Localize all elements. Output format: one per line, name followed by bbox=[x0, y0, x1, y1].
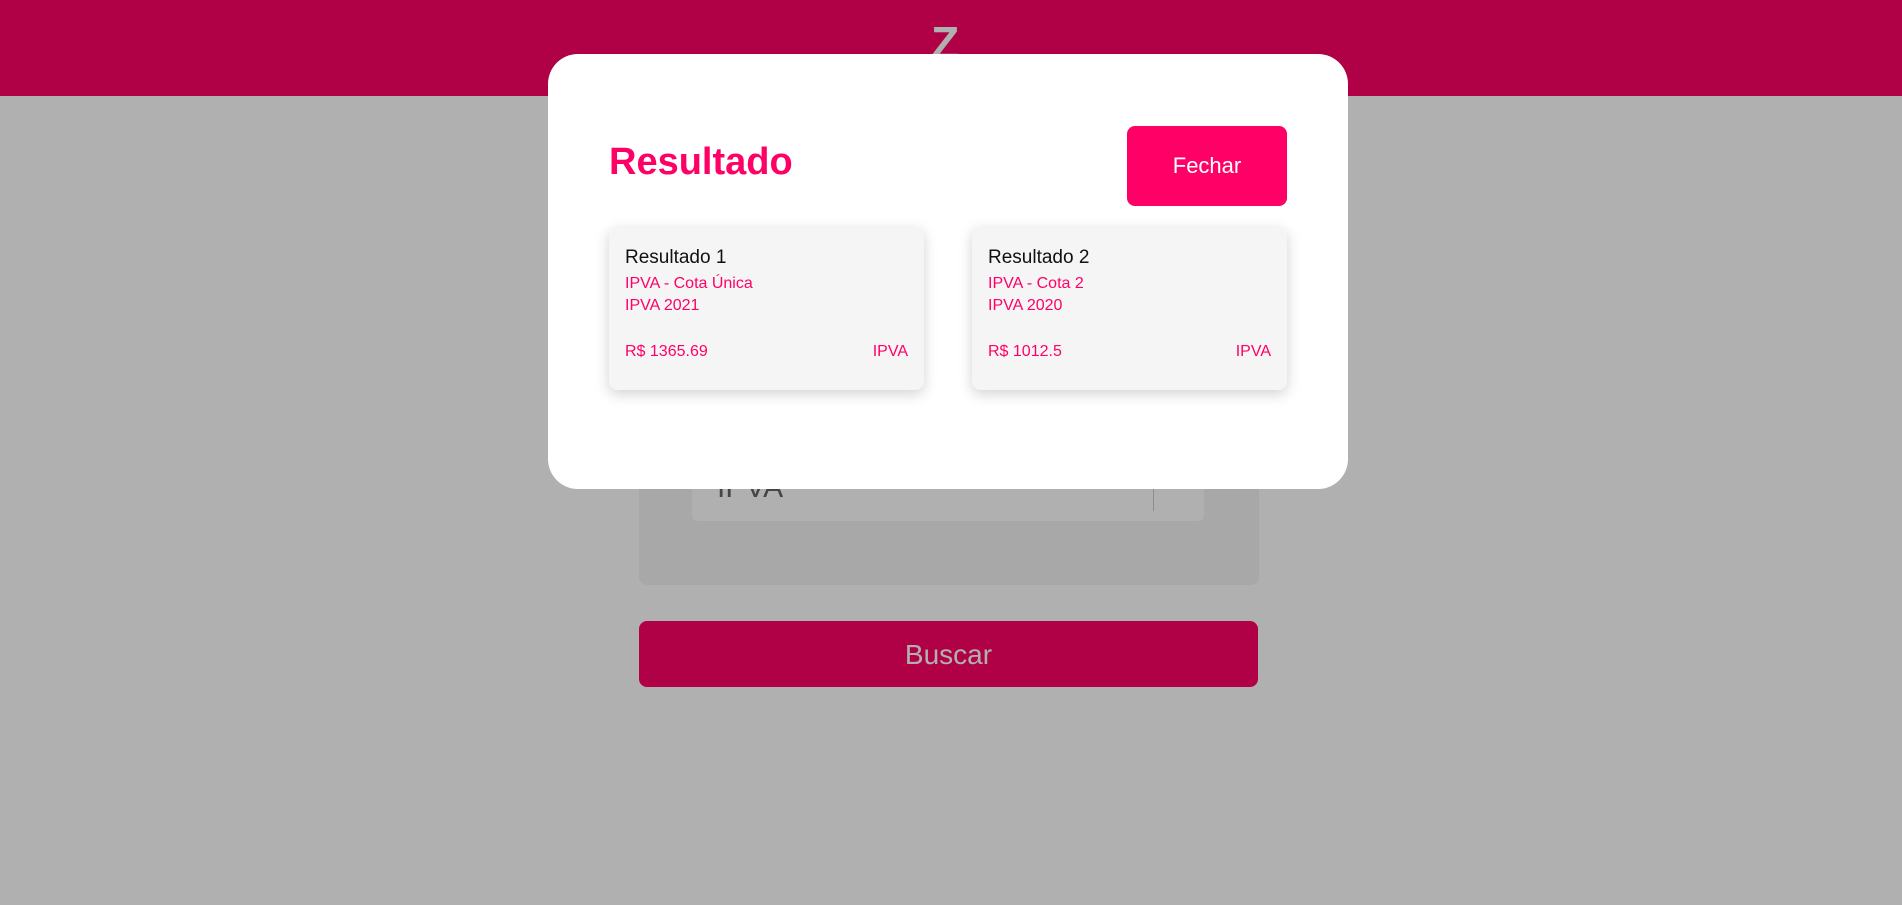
result-description: IPVA - Cota 2 bbox=[988, 275, 1084, 292]
result-type: IPVA bbox=[1235, 343, 1271, 360]
close-button[interactable]: Fechar bbox=[1127, 126, 1287, 206]
result-title: Resultado 1 bbox=[625, 247, 727, 268]
result-card[interactable]: Resultado 2 IPVA - Cota 2 IPVA 2020 R$ 1… bbox=[972, 227, 1287, 390]
result-card[interactable]: Resultado 1 IPVA - Cota Única IPVA 2021 … bbox=[609, 227, 924, 390]
result-type: IPVA bbox=[872, 343, 908, 360]
page: Z IPVA Buscar Resultado Fechar Resultado… bbox=[0, 0, 1902, 905]
modal-title: Resultado bbox=[609, 141, 793, 183]
result-year: IPVA 2020 bbox=[988, 297, 1063, 314]
result-description: IPVA - Cota Única bbox=[625, 275, 753, 292]
result-value: R$ 1012.5 bbox=[988, 343, 1062, 360]
result-title: Resultado 2 bbox=[988, 247, 1090, 268]
result-year: IPVA 2021 bbox=[625, 297, 700, 314]
result-value: R$ 1365.69 bbox=[625, 343, 708, 360]
